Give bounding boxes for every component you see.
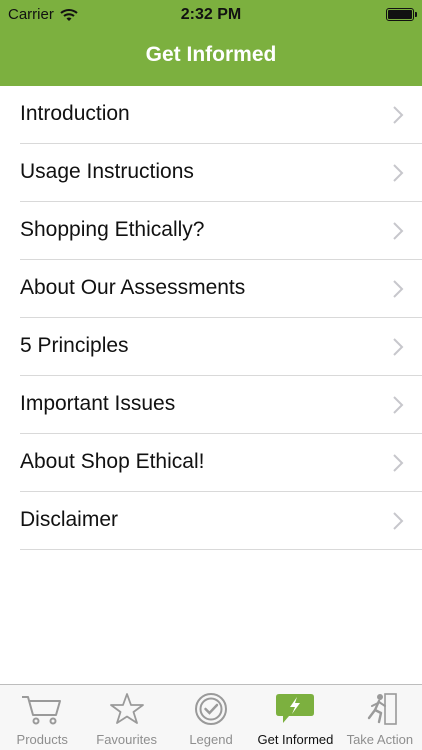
menu-item-label: Shopping Ethically? bbox=[20, 218, 205, 241]
menu-item-introduction[interactable]: Introduction bbox=[20, 86, 422, 144]
menu-item-label: Important Issues bbox=[20, 392, 176, 415]
battery-icon bbox=[386, 8, 417, 21]
battery-fill bbox=[388, 10, 412, 19]
menu-item-label: About Shop Ethical! bbox=[20, 450, 205, 473]
tab-legend[interactable]: Legend bbox=[169, 685, 253, 750]
menu-list: Introduction Usage Instructions Shopping… bbox=[0, 86, 422, 550]
menu-item-about-our-assessments[interactable]: About Our Assessments bbox=[20, 260, 422, 318]
menu-item-label: Disclaimer bbox=[20, 508, 119, 531]
star-icon bbox=[109, 693, 144, 724]
menu-item-about-shop-ethical[interactable]: About Shop Ethical! bbox=[20, 434, 422, 492]
tab-label: Take Action bbox=[346, 732, 414, 747]
tab-label: Products bbox=[16, 732, 68, 747]
status-time: 2:32 PM bbox=[180, 6, 242, 23]
cart-icon bbox=[22, 696, 62, 725]
header: Carrier 2:32 PM Get Informed bbox=[0, 0, 422, 86]
menu-item-usage-instructions[interactable]: Usage Instructions bbox=[20, 144, 422, 202]
menu-item-disclaimer[interactable]: Disclaimer bbox=[20, 492, 422, 550]
chevron-right-icon bbox=[393, 106, 404, 124]
tab-products[interactable]: Products bbox=[0, 685, 84, 750]
chevron-right-icon bbox=[393, 512, 404, 530]
tab-favourites[interactable]: Favourites bbox=[84, 685, 168, 750]
chevron-right-icon bbox=[393, 338, 404, 356]
chevron-right-icon bbox=[393, 280, 404, 298]
tab-take-action[interactable]: Take Action bbox=[338, 685, 422, 750]
tab-label: Legend bbox=[189, 732, 233, 747]
menu-item-label: 5 Principles bbox=[20, 334, 129, 357]
chevron-right-icon bbox=[393, 396, 404, 414]
menu-item-shopping-ethically[interactable]: Shopping Ethically? bbox=[20, 202, 422, 260]
menu-item-5-principles[interactable]: 5 Principles bbox=[20, 318, 422, 376]
chevron-right-icon bbox=[393, 454, 404, 472]
tab-label: Get Informed bbox=[257, 732, 334, 747]
menu-item-label: Introduction bbox=[20, 102, 130, 125]
chevron-right-icon bbox=[393, 164, 404, 182]
speech-bolt-icon bbox=[276, 694, 315, 723]
running-person-icon bbox=[367, 693, 397, 725]
status-bar: Carrier 2:32 PM bbox=[0, 0, 422, 30]
tab-bar: Products Favourites Legend Get Informed … bbox=[0, 684, 422, 750]
chevron-right-icon bbox=[393, 222, 404, 240]
tab-get-informed[interactable]: Get Informed bbox=[253, 685, 337, 750]
menu-item-important-issues[interactable]: Important Issues bbox=[20, 376, 422, 434]
page-title: Get Informed bbox=[145, 43, 277, 66]
check-badge-icon bbox=[195, 693, 228, 725]
menu-item-label: About Our Assessments bbox=[20, 276, 246, 299]
menu-item-label: Usage Instructions bbox=[20, 160, 194, 183]
tab-label: Favourites bbox=[96, 732, 157, 747]
